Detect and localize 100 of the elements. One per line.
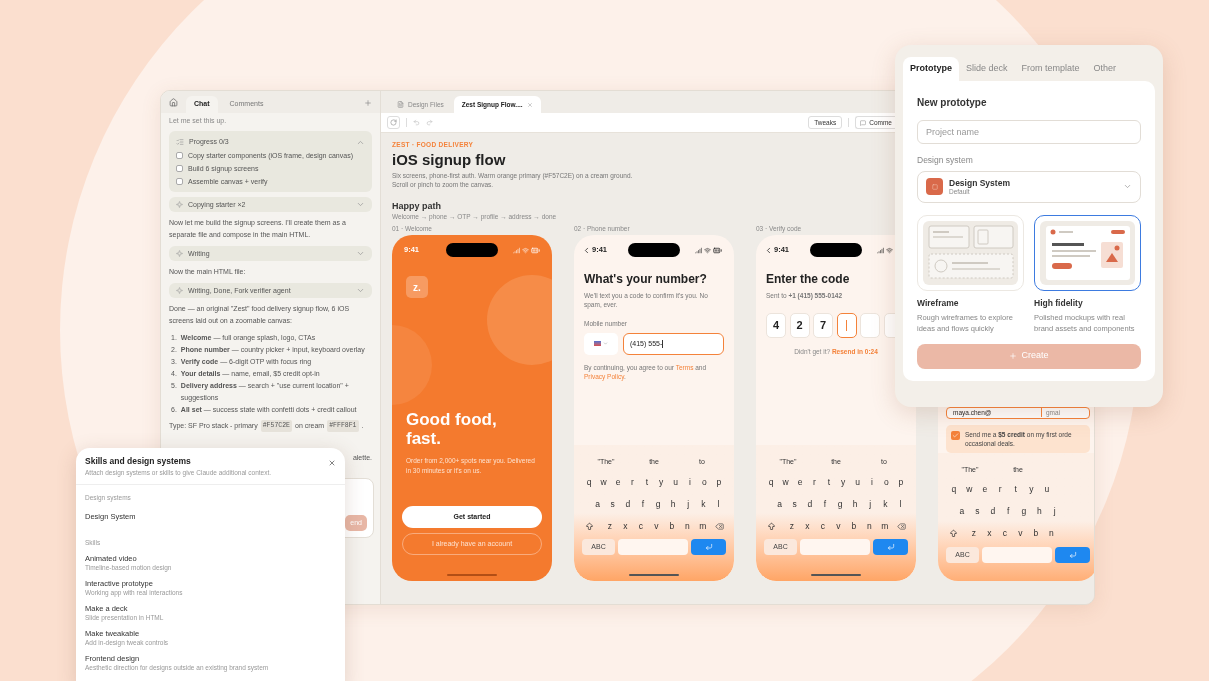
keyboard-key[interactable]: f	[817, 497, 833, 511]
keyboard-key[interactable]: x	[799, 519, 815, 533]
backspace-icon[interactable]	[715, 521, 724, 531]
keyboard-key[interactable]: f	[1000, 505, 1016, 519]
keyboard-key[interactable]: h	[665, 497, 681, 511]
keyboard-key[interactable]: t	[639, 475, 655, 489]
keyboard-key[interactable]: u	[850, 475, 865, 489]
keyboard-key[interactable]: v	[1012, 527, 1028, 541]
task-checkbox[interactable]	[176, 165, 183, 172]
code-digit-box[interactable]: 2	[789, 312, 810, 338]
keyboard-key[interactable]: r	[807, 475, 822, 489]
keyboard-key[interactable]: g	[1016, 505, 1032, 519]
task-checkbox[interactable]	[176, 178, 183, 185]
project-name-field[interactable]: Project name	[917, 120, 1141, 144]
keyboard-key[interactable]: c	[633, 519, 649, 533]
fidelity-option[interactable]	[1034, 214, 1141, 291]
keyboard-key[interactable]: f	[635, 497, 651, 511]
keyboard-key[interactable]: s	[969, 505, 985, 519]
keyboard-key[interactable]: q	[946, 483, 962, 497]
keyboard-key[interactable]: h	[1031, 505, 1047, 519]
keyboard-key[interactable]: l	[710, 497, 726, 511]
keyboard-key[interactable]: d	[620, 497, 636, 511]
back-icon[interactable]	[582, 245, 591, 255]
keyboard-key[interactable]: s	[605, 497, 621, 511]
code-digit-box[interactable]	[836, 312, 857, 338]
country-picker[interactable]	[584, 332, 618, 355]
keyboard-key[interactable]: o	[697, 475, 712, 489]
keyboard-key[interactable]: y	[836, 475, 851, 489]
keyboard-key[interactable]: y	[654, 475, 669, 489]
keyboard-key[interactable]: y	[1023, 483, 1039, 497]
keyboard-key[interactable]: g	[650, 497, 666, 511]
keyboard-key[interactable]: m	[695, 519, 711, 533]
keyboard-key[interactable]: u	[1039, 483, 1055, 497]
return-key[interactable]	[691, 539, 726, 555]
space-key[interactable]	[982, 546, 1052, 563]
keyboard-key[interactable]: v	[648, 519, 664, 533]
keyboard-key[interactable]: n	[679, 519, 695, 533]
task-checkbox[interactable]	[176, 152, 183, 159]
keyboard-key[interactable]: i	[682, 475, 698, 489]
keyboard-key[interactable]: u	[668, 475, 683, 489]
shift-icon[interactable]	[585, 521, 594, 531]
keyboard-key[interactable]: z	[966, 527, 982, 541]
keyboard-key[interactable]: t	[1008, 483, 1024, 497]
keyboard-key[interactable]: r	[625, 475, 640, 489]
keyboard-key[interactable]: z	[602, 519, 618, 533]
return-key[interactable]	[1055, 546, 1090, 563]
close-icon[interactable]	[526, 101, 533, 108]
keyboard-key[interactable]: k	[877, 497, 893, 511]
keyboard-key[interactable]: a	[590, 497, 606, 511]
keyboard-key[interactable]: k	[695, 497, 711, 511]
keyboard-key[interactable]: j	[862, 497, 878, 511]
refresh-button[interactable]	[387, 116, 400, 129]
keyboard-key[interactable]: l	[892, 497, 908, 511]
backspace-icon[interactable]	[897, 521, 906, 531]
keyboard-key[interactable]: b	[846, 519, 862, 533]
keyboard-key[interactable]: n	[1043, 527, 1059, 541]
keyboard-key[interactable]: x	[981, 527, 997, 541]
keyboard-key[interactable]: w	[778, 475, 793, 489]
keyboard-key[interactable]: p	[711, 475, 727, 489]
add-icon[interactable]	[364, 99, 372, 107]
keyboard-key[interactable]: v	[830, 519, 846, 533]
keyboard-key[interactable]: w	[961, 483, 977, 497]
keyboard-key[interactable]: z	[784, 519, 800, 533]
keyboard-key[interactable]: q	[764, 475, 779, 489]
shift-icon[interactable]	[767, 521, 776, 531]
keyboard-key[interactable]: j	[680, 497, 696, 511]
keyboard-key[interactable]: j	[1047, 505, 1063, 519]
keyboard-key[interactable]: c	[815, 519, 831, 533]
return-key[interactable]	[873, 539, 908, 555]
keyboard-key[interactable]: b	[1028, 527, 1044, 541]
dialog-tab[interactable]: Prototype	[903, 57, 959, 81]
code-digit-box[interactable]: 4	[766, 312, 786, 338]
keyboard-key[interactable]: o	[879, 475, 894, 489]
keyboard-key[interactable]: e	[610, 475, 626, 489]
undo-icon[interactable]	[413, 119, 420, 126]
keyboard-key[interactable]: g	[832, 497, 848, 511]
keyboard-key[interactable]: d	[985, 505, 1001, 519]
close-icon[interactable]	[328, 459, 336, 467]
home-icon[interactable]	[169, 98, 178, 107]
back-icon[interactable]	[764, 245, 773, 255]
keyboard-key[interactable]: e	[977, 483, 993, 497]
keyboard-key[interactable]: p	[893, 475, 909, 489]
keyboard-key[interactable]: m	[877, 519, 893, 533]
keyboard-key[interactable]: e	[792, 475, 808, 489]
keyboard-key[interactable]: h	[847, 497, 863, 511]
keyboard-key[interactable]: n	[861, 519, 877, 533]
keyboard-key[interactable]: w	[596, 475, 611, 489]
shift-icon[interactable]	[949, 529, 958, 539]
keyboard-key[interactable]: a	[954, 505, 970, 519]
keyboard-key[interactable]: i	[864, 475, 880, 489]
keyboard-key[interactable]: d	[802, 497, 818, 511]
keyboard-key[interactable]: t	[821, 475, 837, 489]
keyboard-key[interactable]: s	[787, 497, 803, 511]
keyboard-key[interactable]: q	[582, 475, 597, 489]
keyboard-key[interactable]: r	[992, 483, 1008, 497]
opt-in-checkbox[interactable]	[951, 430, 960, 440]
keyboard-key[interactable]: c	[997, 527, 1013, 541]
keyboard-key[interactable]: x	[617, 519, 633, 533]
redo-icon[interactable]	[426, 119, 433, 126]
code-digit-box[interactable]: 7	[813, 312, 833, 338]
